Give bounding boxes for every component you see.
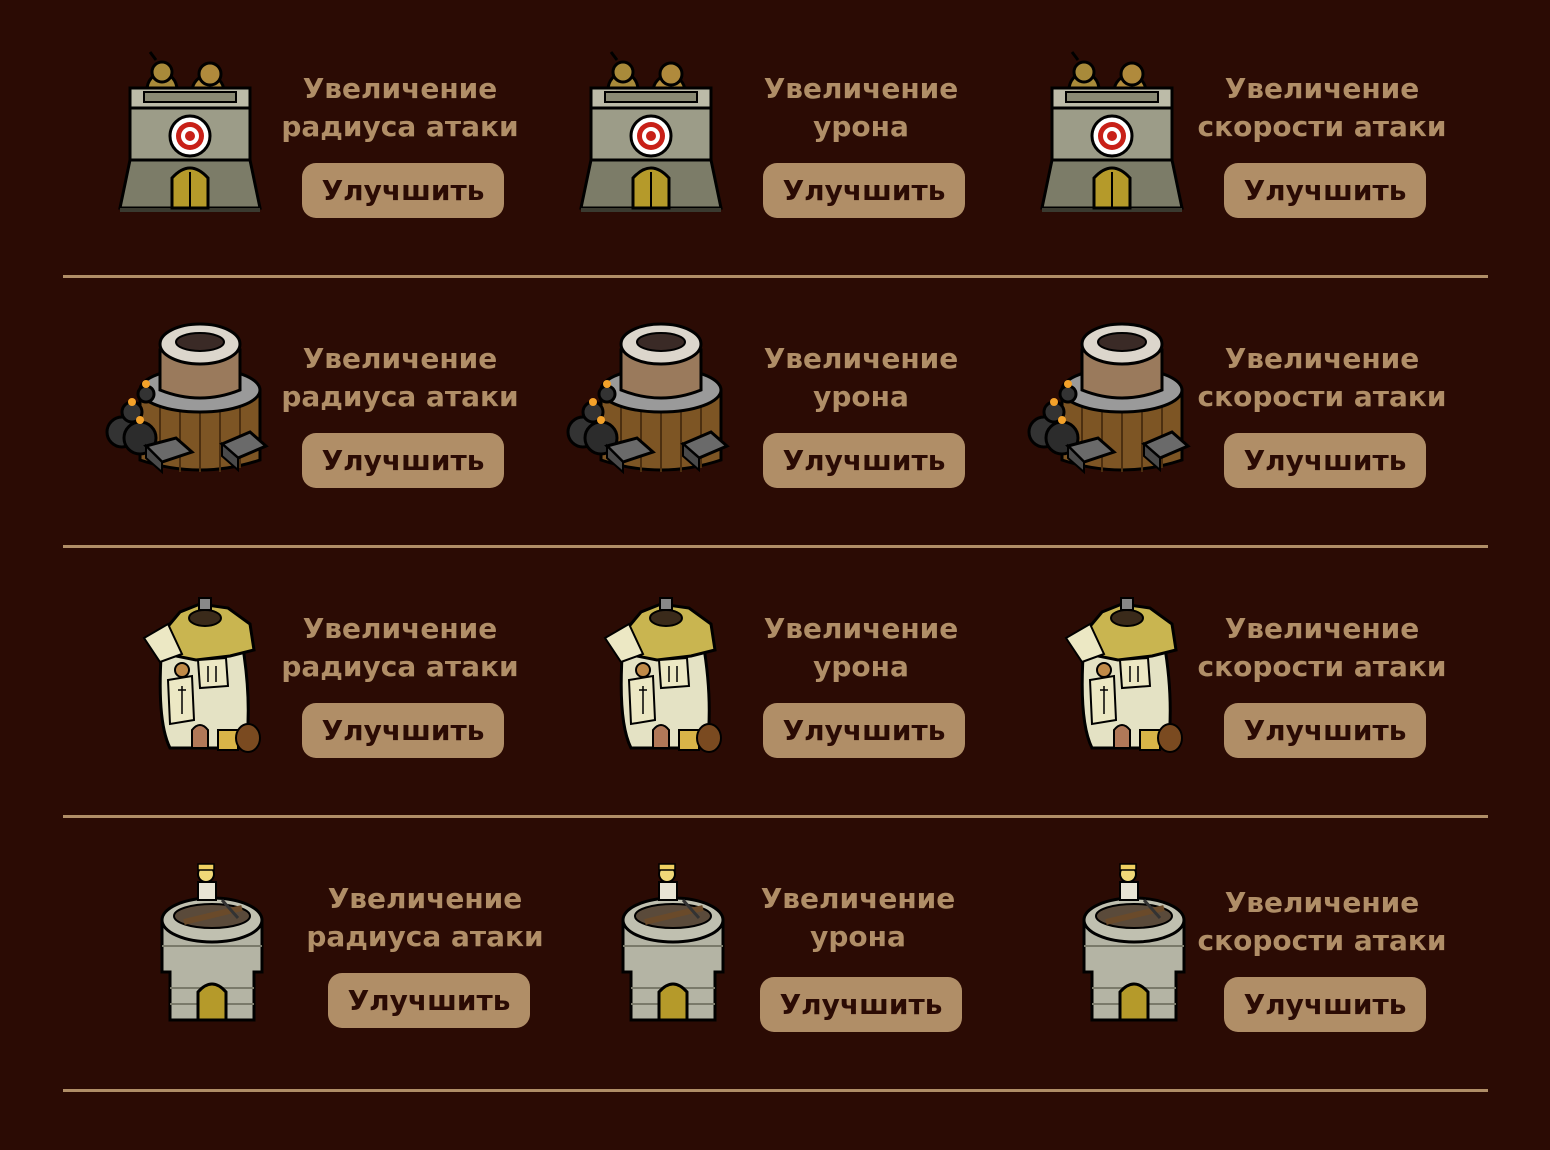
bomb-tower-icon (561, 320, 741, 490)
upgrade-title: Увеличение радиуса атаки (260, 340, 540, 416)
archer-bunker-tower-icon (561, 50, 741, 220)
upgrade-button[interactable]: Улучшить (302, 703, 504, 758)
upgrade-title: Увеличение скорости атаки (1182, 70, 1462, 146)
upgrade-button[interactable]: Улучшить (1224, 433, 1426, 488)
upgrade-card: Увеличение урона Улучшить (561, 590, 1081, 790)
upgrade-title-line2: урона (813, 650, 909, 683)
upgrade-title: Увеличение скорости атаки (1182, 884, 1462, 960)
upgrade-title: Увеличение радиуса атаки (260, 70, 540, 146)
upgrade-card: Увеличение урона Улучшить (561, 50, 1081, 250)
upgrade-title: Увеличение скорости атаки (1182, 340, 1462, 416)
upgrade-card: Увеличение урона Улучшить (561, 860, 1081, 1060)
upgrade-title: Увеличение урона (721, 610, 1001, 686)
upgrade-title-line1: Увеличение (302, 342, 498, 375)
mage-hut-tower-icon (100, 590, 280, 760)
upgrade-title-line2: радиуса атаки (281, 380, 519, 413)
upgrade-title: Увеличение радиуса атаки (260, 610, 540, 686)
mage-hut-tower-icon (1022, 590, 1202, 760)
upgrade-title-line2: скорости атаки (1197, 110, 1447, 143)
row-divider (63, 1089, 1488, 1092)
upgrade-title-line1: Увеличение (1224, 72, 1420, 105)
upgrade-button[interactable]: Улучшить (302, 163, 504, 218)
row-divider (63, 815, 1488, 818)
upgrade-title-line2: урона (813, 380, 909, 413)
upgrade-title-line2: скорости атаки (1197, 380, 1447, 413)
upgrade-title-line1: Увеличение (763, 612, 959, 645)
upgrade-title-line2: скорости атаки (1197, 924, 1447, 957)
tower-row-archer-bunker-tower: Увеличение радиуса атаки Улучшить Увеличен… (0, 50, 1550, 250)
upgrade-button[interactable]: Улучшить (1224, 977, 1426, 1032)
crossbow-tower-icon (122, 860, 302, 1030)
upgrade-button[interactable]: Улучшить (763, 433, 965, 488)
upgrade-button[interactable]: Улучшить (763, 703, 965, 758)
tower-row-crossbow-tower: Увеличение радиуса атаки Улучшить Увеличен… (0, 860, 1550, 1060)
tower-row-bomb-tower: Увеличение радиуса атаки Улучшить Увеличен… (0, 320, 1550, 520)
upgrade-card: Увеличение радиуса атаки Улучшить (100, 50, 620, 250)
upgrade-card: Увеличение скорости атаки Улучшить (1022, 860, 1542, 1060)
upgrade-card: Увеличение урона Улучшить (561, 320, 1081, 520)
upgrade-title: Увеличение урона (721, 70, 1001, 146)
upgrade-title: Увеличение урона (721, 340, 1001, 416)
upgrade-button[interactable]: Улучшить (302, 433, 504, 488)
row-divider (63, 545, 1488, 548)
upgrade-title-line1: Увеличение (1224, 886, 1420, 919)
upgrade-title-line1: Увеличение (763, 72, 959, 105)
bomb-tower-icon (100, 320, 280, 490)
bomb-tower-icon (1022, 320, 1202, 490)
upgrade-title-line1: Увеличение (302, 72, 498, 105)
upgrade-title: Увеличение урона (718, 880, 998, 956)
upgrade-title-line2: скорости атаки (1197, 650, 1447, 683)
upgrade-card: Увеличение радиуса атаки Улучшить (100, 860, 620, 1060)
upgrade-card: Увеличение скорости атаки Улучшить (1022, 320, 1542, 520)
archer-bunker-tower-icon (1022, 50, 1202, 220)
upgrade-title-line1: Увеличение (760, 882, 956, 915)
upgrade-title-line2: радиуса атаки (281, 650, 519, 683)
upgrade-title-line2: урона (810, 920, 906, 953)
upgrade-card: Увеличение радиуса атаки Улучшить (100, 320, 620, 520)
upgrade-card: Увеличение скорости атаки Улучшить (1022, 50, 1542, 250)
upgrade-title: Увеличение скорости атаки (1182, 610, 1462, 686)
archer-bunker-tower-icon (100, 50, 280, 220)
upgrade-button[interactable]: Улучшить (763, 163, 965, 218)
upgrade-button[interactable]: Улучшить (1224, 703, 1426, 758)
upgrade-title-line1: Увеличение (1224, 342, 1420, 375)
upgrade-title: Увеличение радиуса атаки (285, 880, 565, 956)
upgrade-title-line1: Увеличение (763, 342, 959, 375)
upgrade-button[interactable]: Улучшить (1224, 163, 1426, 218)
upgrade-card: Увеличение скорости атаки Улучшить (1022, 590, 1542, 790)
upgrade-button[interactable]: Улучшить (328, 973, 530, 1028)
upgrade-title-line2: урона (813, 110, 909, 143)
row-divider (63, 275, 1488, 278)
upgrade-title-line2: радиуса атаки (306, 920, 544, 953)
upgrade-button[interactable]: Улучшить (760, 977, 962, 1032)
upgrade-title-line1: Увеличение (1224, 612, 1420, 645)
upgrade-title-line1: Увеличение (302, 612, 498, 645)
upgrade-title-line1: Увеличение (327, 882, 523, 915)
upgrade-card: Увеличение радиуса атаки Улучшить (100, 590, 620, 790)
upgrade-title-line2: радиуса атаки (281, 110, 519, 143)
tower-row-mage-hut-tower: Увеличение радиуса атаки Улучшить Увеличен… (0, 590, 1550, 790)
mage-hut-tower-icon (561, 590, 741, 760)
